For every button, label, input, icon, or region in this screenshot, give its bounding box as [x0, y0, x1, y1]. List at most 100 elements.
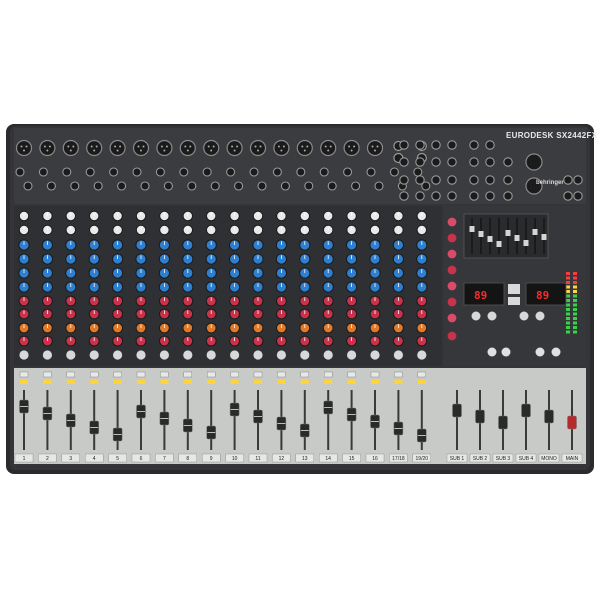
insert-jack-icon[interactable] [234, 181, 244, 191]
fx-button[interactable] [508, 297, 520, 305]
eq-slider-cap[interactable] [496, 241, 502, 247]
xlr-input-icon[interactable] [39, 139, 56, 157]
xlr-input-icon[interactable] [273, 139, 290, 157]
output-jack-icon[interactable] [563, 175, 573, 185]
pan-knob-icon[interactable] [300, 350, 310, 360]
phones-knob-icon[interactable] [551, 347, 561, 357]
insert-jack-icon[interactable] [327, 181, 337, 191]
aux-knob-icon[interactable] [447, 233, 457, 243]
output-jack-icon[interactable] [503, 175, 513, 185]
xlr-input-icon[interactable] [203, 139, 220, 157]
xlr-input-icon[interactable] [132, 139, 150, 157]
bus-fader-cap[interactable] [544, 409, 554, 424]
pan-knob-icon[interactable] [276, 350, 286, 360]
insert-jack-icon[interactable] [117, 181, 127, 191]
bus-fader-cap[interactable] [567, 415, 577, 430]
xlr-input-icon[interactable] [62, 139, 79, 157]
insert-jack-icon[interactable] [46, 181, 56, 191]
bus-fader-cap[interactable] [521, 403, 531, 418]
eq-slider-cap[interactable] [478, 231, 484, 237]
aux-knob-icon[interactable] [447, 265, 457, 275]
aux-knob-icon[interactable] [447, 249, 457, 259]
eq-slider-cap[interactable] [505, 230, 511, 236]
output-jack-icon[interactable] [563, 191, 573, 201]
output-jack-icon[interactable] [469, 191, 479, 201]
xlr-input-icon[interactable] [156, 139, 173, 157]
eq-slider-cap[interactable] [532, 229, 538, 235]
insert-jack-icon[interactable] [23, 181, 33, 191]
pan-knob-icon[interactable] [19, 350, 29, 360]
eq-slider-cap[interactable] [541, 234, 547, 240]
output-jack-icon[interactable] [399, 157, 409, 167]
output-jack-icon[interactable] [431, 157, 441, 167]
pan-knob-icon[interactable] [42, 350, 53, 360]
xlr-input-icon[interactable] [366, 139, 384, 157]
eq-slider-cap[interactable] [487, 236, 493, 242]
fx-knob-icon[interactable] [535, 311, 545, 321]
insert-jack-icon[interactable] [187, 181, 197, 191]
fx-knob-icon[interactable] [471, 311, 481, 321]
output-jack-icon[interactable] [431, 140, 441, 150]
xlr-input-icon[interactable] [296, 139, 313, 157]
phones-knob-icon[interactable] [487, 347, 497, 357]
insert-jack-icon[interactable] [93, 181, 103, 191]
output-jack-icon[interactable] [469, 175, 479, 185]
line-jack-icon[interactable] [366, 167, 376, 177]
output-jack-icon[interactable] [415, 175, 425, 185]
line-jack-icon[interactable] [132, 167, 142, 177]
bus-fader-cap[interactable] [475, 409, 485, 424]
output-jack-icon[interactable] [469, 157, 479, 167]
mute-button[interactable] [183, 371, 193, 378]
line-jack-icon[interactable] [109, 167, 119, 177]
output-jack-icon[interactable] [447, 157, 457, 167]
line-jack-icon[interactable] [296, 167, 306, 177]
pan-knob-icon[interactable] [347, 350, 357, 360]
mute-button[interactable] [160, 371, 169, 378]
line-jack-icon[interactable] [62, 167, 72, 177]
insert-jack-icon[interactable] [140, 181, 150, 191]
aux-knob-icon[interactable] [447, 217, 457, 227]
xlr-input-icon[interactable] [86, 139, 103, 157]
aux-knob-icon[interactable] [447, 331, 457, 341]
aux-knob-icon[interactable] [447, 313, 457, 323]
pan-knob-icon[interactable] [136, 350, 146, 360]
line-jack-icon[interactable] [15, 167, 25, 177]
xlr-input-icon[interactable] [179, 139, 196, 157]
pan-knob-icon[interactable] [230, 350, 240, 360]
output-jack-icon[interactable] [431, 191, 441, 201]
eq-slider-cap[interactable] [514, 235, 520, 241]
pan-knob-icon[interactable] [183, 350, 193, 360]
mute-button[interactable] [324, 371, 333, 378]
pan-knob-icon[interactable] [89, 350, 99, 360]
main-out-xlr-icon[interactable] [525, 153, 543, 171]
output-jack-icon[interactable] [573, 175, 583, 185]
mute-button[interactable] [89, 371, 99, 378]
pan-knob-icon[interactable] [417, 350, 427, 360]
xlr-input-icon[interactable] [15, 139, 33, 157]
line-jack-icon[interactable] [85, 167, 95, 177]
pan-knob-icon[interactable] [370, 350, 380, 360]
mute-button[interactable] [206, 371, 216, 378]
output-jack-icon[interactable] [485, 157, 495, 167]
mute-button[interactable] [347, 371, 356, 378]
pan-knob-icon[interactable] [159, 350, 169, 360]
output-jack-icon[interactable] [469, 140, 479, 150]
output-jack-icon[interactable] [399, 140, 409, 150]
output-jack-icon[interactable] [415, 191, 425, 201]
fx-knob-icon[interactable] [519, 311, 529, 321]
output-jack-icon[interactable] [399, 191, 409, 201]
line-jack-icon[interactable] [155, 167, 165, 177]
insert-jack-icon[interactable] [210, 181, 220, 191]
insert-jack-icon[interactable] [351, 181, 361, 191]
insert-jack-icon[interactable] [163, 181, 173, 191]
fx-knob-icon[interactable] [487, 311, 497, 321]
aux-knob-icon[interactable] [447, 281, 457, 291]
mute-button[interactable] [300, 371, 309, 378]
insert-jack-icon[interactable] [70, 181, 80, 191]
eq-slider-cap[interactable] [469, 226, 475, 232]
mute-button[interactable] [394, 371, 403, 378]
insert-jack-icon[interactable] [304, 181, 314, 191]
xlr-input-icon[interactable] [109, 139, 126, 157]
insert-jack-icon[interactable] [257, 181, 267, 191]
output-jack-icon[interactable] [447, 175, 457, 185]
